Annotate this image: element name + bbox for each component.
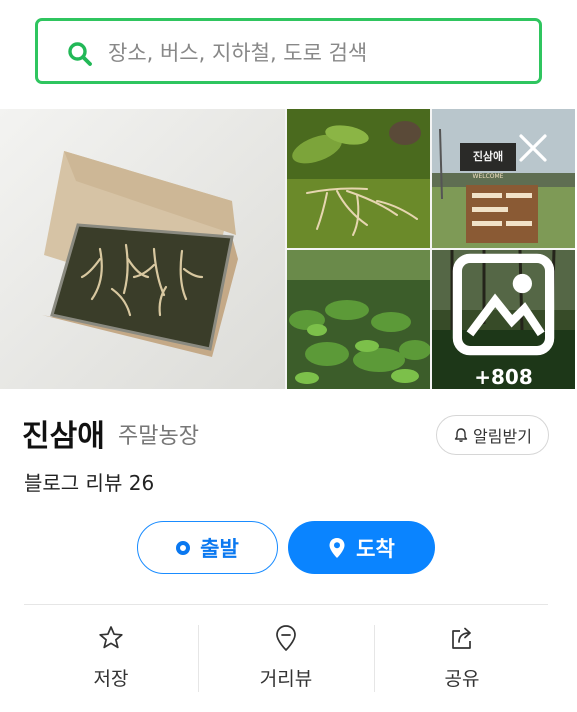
share-icon: [452, 627, 471, 649]
photo-ginseng-root[interactable]: [287, 109, 430, 248]
alert-button-label: 알림받기: [473, 427, 532, 446]
route-start-label: 출발: [200, 536, 239, 561]
route-start-button[interactable]: 출발: [137, 521, 278, 574]
gallery-icon: [452, 253, 555, 356]
photo-gallery: 진삼애 WELCOME +808: [0, 109, 575, 389]
location-pin-icon: [329, 537, 345, 558]
divider: [24, 604, 548, 605]
share-label: 공유: [444, 668, 480, 690]
close-icon[interactable]: [517, 132, 549, 164]
origin-dot-icon: [176, 540, 191, 555]
alert-button[interactable]: 알림받기: [436, 415, 549, 455]
photo-main-ginseng-box[interactable]: [0, 109, 285, 389]
sign-welcome: WELCOME: [473, 173, 504, 180]
more-photos-count: +808: [474, 365, 533, 389]
photo-farm-sign[interactable]: 진삼애 WELCOME: [432, 109, 575, 248]
place-name: 진삼애: [22, 419, 105, 454]
route-end-button[interactable]: 도착: [288, 521, 435, 574]
photo-ginseng-field[interactable]: [287, 250, 430, 389]
search-box[interactable]: [35, 18, 542, 84]
save-label: 저장: [93, 668, 129, 690]
search-icon: [68, 42, 92, 66]
blog-review-count[interactable]: 블로그 리뷰 26: [24, 467, 154, 496]
street-view-button[interactable]: 거리뷰: [199, 622, 373, 694]
save-button[interactable]: 저장: [24, 622, 198, 694]
street-view-label: 거리뷰: [259, 668, 313, 690]
search-input[interactable]: [106, 35, 530, 71]
route-end-label: 도착: [356, 536, 395, 561]
share-button[interactable]: 공유: [375, 622, 549, 694]
sign-title: 진삼애: [473, 149, 503, 163]
street-view-pin-icon: [276, 625, 296, 651]
star-icon: [99, 626, 123, 649]
more-photos-overlay: +808: [432, 250, 575, 389]
bell-icon: [454, 428, 468, 442]
photo-forest-more[interactable]: +808: [432, 250, 575, 389]
place-category: 주말농장: [118, 424, 199, 449]
